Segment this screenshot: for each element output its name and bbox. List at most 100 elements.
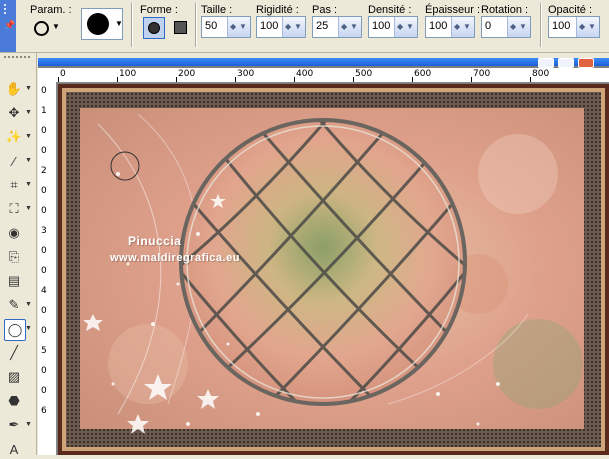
- crop-icon: ⌗: [10, 177, 18, 192]
- spinner-arrows-icon: ◆: [285, 22, 292, 31]
- chevron-down-icon[interactable]: ▼: [25, 133, 32, 140]
- ruler-tick-label: 3: [41, 226, 47, 236]
- size-spinner[interactable]: ◆ ▼: [227, 17, 250, 37]
- chevron-down-icon[interactable]: ▼: [25, 85, 32, 92]
- ruler-tick-label: 400: [296, 69, 314, 79]
- ruler-tick-label: 0: [41, 386, 47, 396]
- image-canvas[interactable]: Pinuccia www.maldiregrafica.eu: [58, 84, 609, 455]
- rotation-field[interactable]: 0 ◆ ▼: [481, 16, 531, 38]
- pan-icon: ✋: [5, 81, 23, 96]
- brush-preview[interactable]: ▼: [81, 8, 123, 40]
- chevron-down-icon[interactable]: ▼: [25, 109, 32, 116]
- image-window-titlebar[interactable]: [38, 58, 609, 68]
- ruler-tick: [294, 77, 295, 82]
- chevron-down-icon[interactable]: ▼: [25, 325, 32, 332]
- thickness-field[interactable]: 100 ◆ ▼: [425, 16, 475, 38]
- clone-icon: ⎘: [8, 249, 20, 264]
- ruler-tick: [176, 77, 177, 82]
- clone-tool[interactable]: ⎘: [4, 247, 24, 267]
- presets-label: Param. :: [30, 4, 72, 16]
- divider: [131, 3, 133, 47]
- pin-icon[interactable]: 📌: [4, 20, 15, 31]
- move-tool[interactable]: ✥: [4, 103, 24, 123]
- palette-grip[interactable]: 📌: [0, 0, 16, 52]
- divider: [195, 3, 197, 47]
- watermark-url: www.maldiregrafica.eu: [110, 252, 240, 264]
- ruler-tick-label: 0: [60, 69, 66, 79]
- chevron-down-icon[interactable]: ▼: [25, 421, 32, 428]
- ruler-tick-label: 4: [41, 286, 47, 296]
- chevron-down-icon[interactable]: ▼: [25, 181, 32, 188]
- shape-label: Forme :: [140, 4, 178, 16]
- chevron-down-icon[interactable]: ▼: [25, 301, 32, 308]
- chevron-down-icon[interactable]: ▼: [25, 157, 32, 164]
- ruler-tick: [353, 77, 354, 82]
- ruler-tick: [471, 77, 472, 82]
- ruler-tick-label: 0: [41, 86, 47, 96]
- density-field[interactable]: 100 ◆ ▼: [368, 16, 418, 38]
- chevron-down-icon: ▼: [463, 22, 471, 31]
- pan-tool[interactable]: ✋: [4, 79, 24, 99]
- ruler-tick-label: 0: [41, 186, 47, 196]
- square-shape-button[interactable]: [170, 17, 190, 37]
- paint-brush-icon: ✎: [8, 297, 20, 312]
- ruler-tick: [530, 77, 531, 82]
- retouch-tool[interactable]: ▨: [4, 367, 24, 387]
- lighten-tool[interactable]: ╱: [4, 343, 24, 363]
- density-spinner[interactable]: ◆ ▼: [394, 17, 417, 37]
- image-window: 0 100 200 300 400 500 600 700 800 01002003004005…: [38, 58, 609, 455]
- rotation-value: 0: [485, 20, 492, 32]
- rotation-spinner[interactable]: ◆ ▼: [507, 17, 530, 37]
- magic-wand-tool[interactable]: ✨: [4, 127, 24, 147]
- ruler-tick: [58, 77, 59, 82]
- opacity-value: 100: [552, 20, 571, 32]
- paint-brush-tool[interactable]: ✎: [4, 295, 24, 315]
- spinner-arrows-icon: ◆: [397, 22, 404, 31]
- scratch-remover-tool[interactable]: ▤: [4, 271, 24, 291]
- step-field[interactable]: 25 ◆ ▼: [312, 16, 362, 38]
- hardness-field[interactable]: 100 ◆ ▼: [256, 16, 306, 38]
- ruler-tick-label: 2: [41, 166, 47, 176]
- vertical-ruler[interactable]: 0 1 0 0 2 0 0 3 0 0 4 0 0 5 0 0 6: [38, 82, 57, 455]
- dropper-icon: ⁄: [12, 153, 16, 169]
- pen-tool[interactable]: ✒: [4, 415, 24, 435]
- step-spinner[interactable]: ◆ ▼: [338, 17, 361, 37]
- density-value: 100: [372, 20, 391, 32]
- hardness-spinner[interactable]: ◆ ▼: [282, 17, 305, 37]
- retouch-icon: ▨: [7, 369, 21, 384]
- opacity-spinner[interactable]: ◆ ▼: [576, 17, 599, 37]
- palette-grip[interactable]: [4, 56, 30, 61]
- round-shape-button[interactable]: [143, 17, 165, 39]
- dropper-tool[interactable]: ⁄: [4, 151, 24, 171]
- horizontal-ruler[interactable]: 0 100 200 300 400 500 600 700 800: [56, 68, 609, 83]
- grip-dots-icon: [4, 4, 12, 14]
- ruler-tick: [235, 77, 236, 82]
- opacity-label: Opacité :: [548, 4, 593, 16]
- close-button[interactable]: [578, 58, 594, 68]
- deform-icon: ⛶: [9, 201, 19, 216]
- eraser-tool[interactable]: ◯: [4, 319, 26, 341]
- chevron-down-icon: ▼: [588, 22, 596, 31]
- hardness-value: 100: [260, 20, 279, 32]
- ruler-tick-label: 0: [41, 146, 47, 156]
- flood-fill-icon: ⬣: [8, 393, 20, 408]
- size-field[interactable]: 50 ◆ ▼: [201, 16, 251, 38]
- crop-tool[interactable]: ⌗: [4, 175, 24, 195]
- ruler-tick-label: 1: [41, 106, 47, 116]
- minimize-button[interactable]: [538, 58, 554, 68]
- red-eye-tool[interactable]: ◉: [4, 223, 24, 243]
- lighten-icon: ╱: [10, 345, 18, 360]
- tools-palette: ✋ ▼ ✥ ▼ ✨ ▼ ⁄ ▼ ⌗ ▼ ⛶ ▼ ◉ ⎘ ▤ ✎ ▼ ◯ ▼ ╱ ▨ ⬣ ✒ ▼ A: [0, 53, 37, 457]
- ruler-tick-label: 600: [414, 69, 432, 79]
- pen-icon: ✒: [8, 417, 20, 432]
- presets-dropdown[interactable]: ▼: [30, 19, 66, 37]
- text-tool[interactable]: A: [4, 439, 24, 459]
- flood-fill-tool[interactable]: ⬣: [4, 391, 24, 411]
- deform-tool[interactable]: ⛶: [4, 199, 24, 219]
- maximize-button[interactable]: [558, 58, 574, 68]
- step-value: 25: [316, 20, 329, 32]
- thickness-spinner[interactable]: ◆ ▼: [451, 17, 474, 37]
- chevron-down-icon[interactable]: ▼: [25, 205, 32, 212]
- opacity-field[interactable]: 100 ◆ ▼: [548, 16, 600, 38]
- tool-options-bar: 📌 Param. : ▼ ▼ Forme : Taille : 50 ◆ ▼ Ri…: [0, 0, 609, 53]
